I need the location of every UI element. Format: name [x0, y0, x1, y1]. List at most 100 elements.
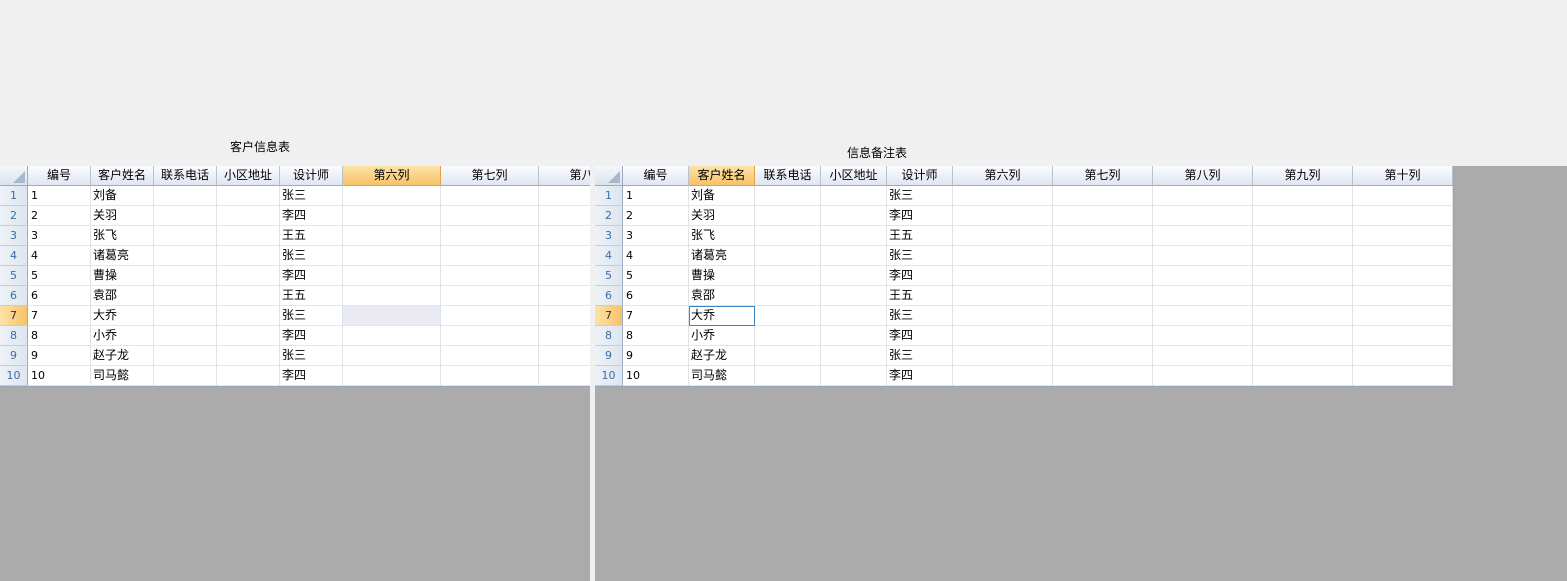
table-cell[interactable] [755, 226, 821, 246]
table-cell[interactable] [1353, 326, 1453, 346]
row-header[interactable]: 5 [0, 266, 28, 286]
table-cell[interactable]: 张三 [887, 346, 953, 366]
row-header[interactable]: 4 [595, 246, 623, 266]
table-cell[interactable]: 1 [28, 186, 91, 206]
table-cell[interactable] [953, 246, 1053, 266]
table-cell[interactable] [1353, 286, 1453, 306]
table-cell[interactable]: 5 [28, 266, 91, 286]
column-header[interactable]: 第八列 [1153, 166, 1253, 186]
table-cell[interactable] [343, 326, 441, 346]
table-cell[interactable] [1253, 186, 1353, 206]
table-cell[interactable] [953, 186, 1053, 206]
table-cell[interactable] [1153, 226, 1253, 246]
table-cell[interactable]: 张三 [280, 186, 343, 206]
table-cell[interactable]: 李四 [280, 266, 343, 286]
table-cell[interactable]: 1 [623, 186, 689, 206]
table-cell[interactable] [343, 266, 441, 286]
table-cell[interactable]: 袁邵 [91, 286, 154, 306]
table-cell[interactable] [1153, 246, 1253, 266]
table-cell[interactable] [1153, 266, 1253, 286]
table-cell[interactable] [441, 306, 539, 326]
table-cell[interactable] [1353, 226, 1453, 246]
table-cell[interactable] [154, 366, 217, 386]
table-cell[interactable] [441, 366, 539, 386]
table-cell[interactable]: 10 [28, 366, 91, 386]
table-cell[interactable]: 张三 [280, 346, 343, 366]
table-cell[interactable]: 2 [623, 206, 689, 226]
table-cell[interactable]: 9 [28, 346, 91, 366]
table-cell[interactable]: 王五 [887, 226, 953, 246]
table-cell[interactable]: 王五 [280, 226, 343, 246]
table-cell[interactable]: 李四 [887, 206, 953, 226]
column-header[interactable]: 第六列 [953, 166, 1053, 186]
table-cell[interactable] [539, 206, 590, 226]
table-cell[interactable]: 9 [623, 346, 689, 366]
table-cell[interactable] [1053, 246, 1153, 266]
table-cell[interactable]: 司马懿 [91, 366, 154, 386]
table-cell[interactable] [755, 206, 821, 226]
table-cell[interactable] [539, 366, 590, 386]
table-cell[interactable] [1153, 346, 1253, 366]
table-cell[interactable] [217, 266, 280, 286]
table-cell[interactable] [539, 186, 590, 206]
table-cell[interactable]: 4 [28, 246, 91, 266]
table-cell[interactable] [755, 306, 821, 326]
row-header[interactable]: 8 [0, 326, 28, 346]
row-header[interactable]: 3 [0, 226, 28, 246]
table-cell[interactable] [1353, 266, 1453, 286]
row-header[interactable]: 6 [0, 286, 28, 306]
table-cell[interactable] [217, 366, 280, 386]
table-cell[interactable] [821, 366, 887, 386]
table-cell[interactable] [539, 266, 590, 286]
table-cell[interactable]: 张三 [887, 246, 953, 266]
table-cell[interactable] [821, 186, 887, 206]
table-cell[interactable]: 张飞 [91, 226, 154, 246]
row-header[interactable]: 1 [595, 186, 623, 206]
table-cell[interactable] [953, 306, 1053, 326]
table-cell[interactable]: 7 [623, 306, 689, 326]
table-cell[interactable] [343, 346, 441, 366]
table-cell[interactable] [1053, 286, 1153, 306]
column-header[interactable]: 设计师 [280, 166, 343, 186]
table-cell[interactable]: 8 [623, 326, 689, 346]
table-cell[interactable] [953, 206, 1053, 226]
table-cell[interactable] [154, 306, 217, 326]
table-cell[interactable] [343, 366, 441, 386]
table-cell[interactable] [821, 306, 887, 326]
table-cell[interactable]: 3 [28, 226, 91, 246]
table-cell[interactable]: 李四 [280, 326, 343, 346]
table-cell[interactable] [755, 286, 821, 306]
table-cell[interactable] [441, 266, 539, 286]
table-cell[interactable] [217, 246, 280, 266]
table-cell[interactable] [1353, 306, 1453, 326]
table-cell[interactable]: 张三 [887, 186, 953, 206]
table-cell[interactable] [953, 366, 1053, 386]
table-cell[interactable] [755, 186, 821, 206]
table-cell[interactable]: 刘备 [91, 186, 154, 206]
table-cell[interactable] [154, 286, 217, 306]
table-cell[interactable] [343, 206, 441, 226]
column-header[interactable]: 小区地址 [217, 166, 280, 186]
table-cell[interactable] [1253, 226, 1353, 246]
row-header[interactable]: 10 [0, 366, 28, 386]
table-cell[interactable]: 李四 [887, 366, 953, 386]
column-header[interactable]: 第八列 [539, 166, 590, 186]
row-header[interactable]: 3 [595, 226, 623, 246]
table-cell[interactable] [821, 346, 887, 366]
table-cell[interactable] [343, 286, 441, 306]
row-header[interactable]: 7 [595, 306, 623, 326]
row-header[interactable]: 9 [0, 346, 28, 366]
table-cell[interactable] [441, 226, 539, 246]
table-cell[interactable]: 王五 [887, 286, 953, 306]
row-header[interactable]: 2 [0, 206, 28, 226]
table-cell[interactable] [1053, 346, 1153, 366]
table-cell[interactable] [1253, 326, 1353, 346]
column-header[interactable]: 编号 [623, 166, 689, 186]
table-cell[interactable]: 诸葛亮 [689, 246, 755, 266]
table-cell[interactable] [539, 326, 590, 346]
column-header[interactable]: 客户姓名 [91, 166, 154, 186]
table-cell[interactable] [217, 306, 280, 326]
table-cell[interactable] [1053, 186, 1153, 206]
table-cell[interactable]: 大乔 [91, 306, 154, 326]
table-cell[interactable]: 诸葛亮 [91, 246, 154, 266]
